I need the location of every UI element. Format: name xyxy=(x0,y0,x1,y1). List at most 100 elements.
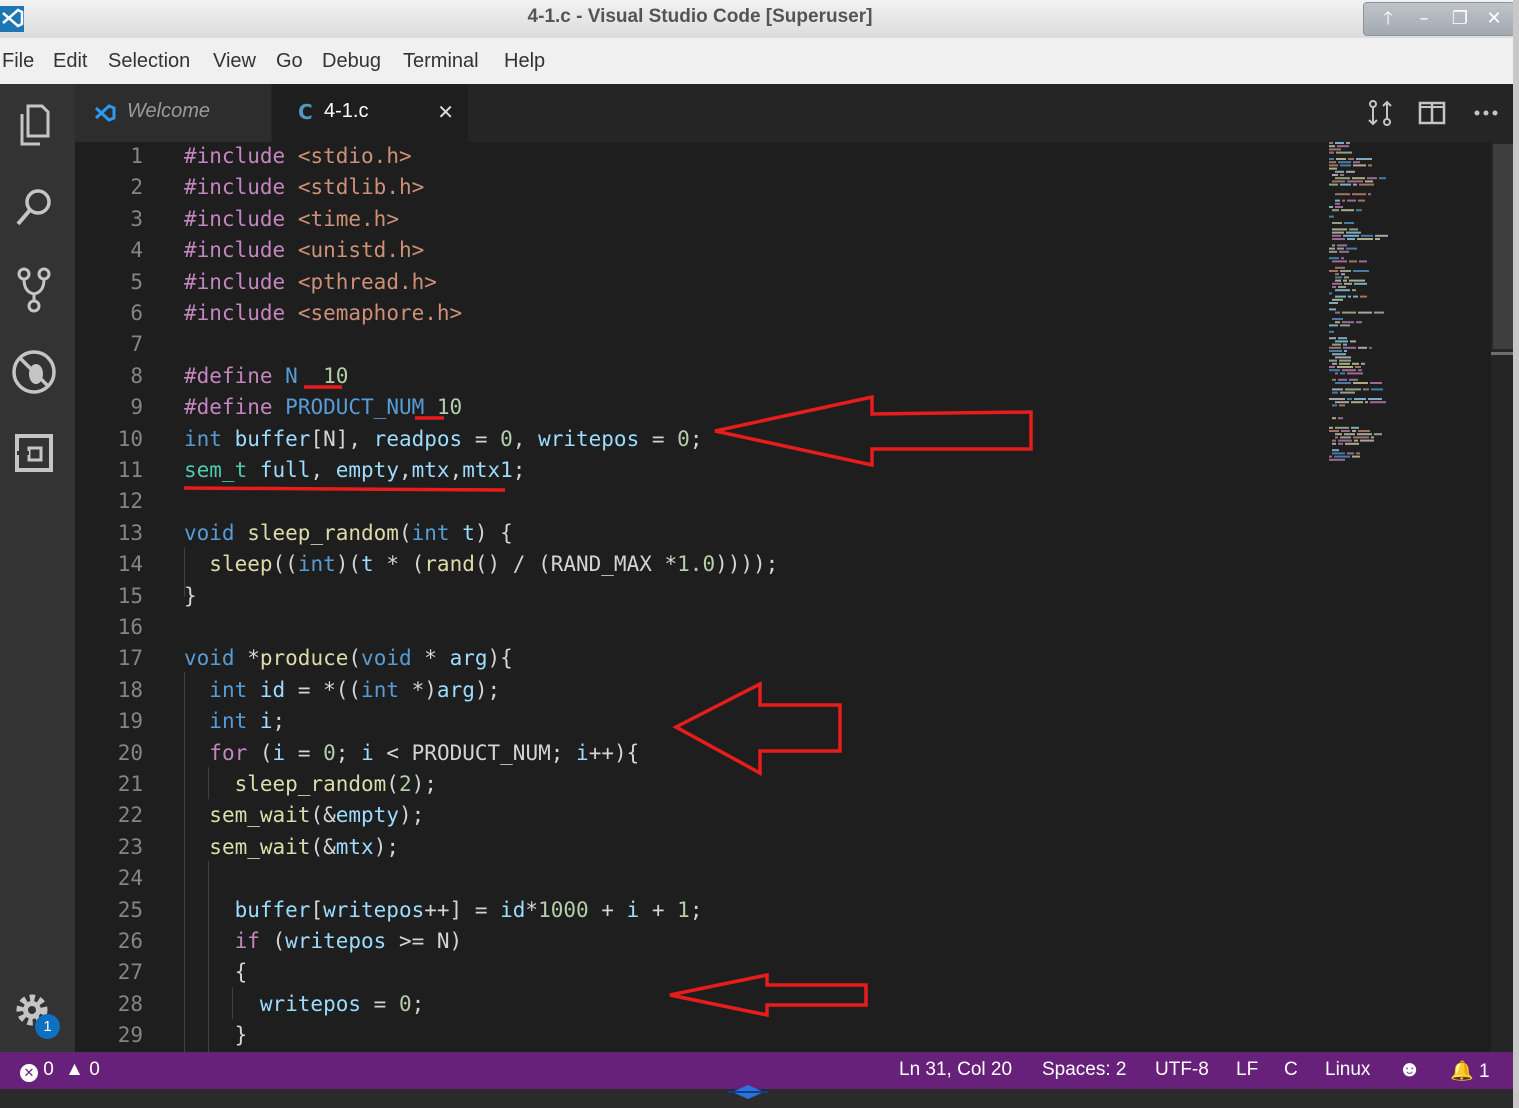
minimap-line xyxy=(1379,177,1386,180)
close-icon[interactable]: ✕ xyxy=(437,100,454,124)
code-line[interactable]: #include <stdlib.h> xyxy=(184,175,424,199)
explorer-icon[interactable] xyxy=(8,98,60,154)
minimap-line xyxy=(1332,449,1339,452)
code-line[interactable]: sem_t full, empty,mtx,mtx1; xyxy=(184,458,525,482)
open-changes-icon[interactable] xyxy=(1365,98,1395,128)
menu-selection[interactable]: Selection xyxy=(108,50,190,73)
code-line[interactable]: sleep_random(2); xyxy=(184,772,437,796)
code-line[interactable]: } xyxy=(184,1023,248,1047)
problems-indicator[interactable]: ✕ 0 ▲ 0 xyxy=(20,1059,100,1082)
minimap-line xyxy=(1338,378,1347,381)
minimap-line xyxy=(1335,426,1349,429)
line-number: 16 xyxy=(117,615,143,639)
debug-icon[interactable] xyxy=(8,344,60,400)
extensions-icon[interactable] xyxy=(8,426,60,482)
minimap-line xyxy=(1354,282,1367,285)
minimap-line xyxy=(1347,372,1363,375)
sash-handle-icon[interactable] xyxy=(728,1083,768,1101)
code-line[interactable]: sem_wait(&mtx); xyxy=(184,835,399,859)
split-editor-icon[interactable] xyxy=(1417,98,1447,128)
minimap-line xyxy=(1358,430,1370,432)
code-line[interactable]: int id = *((int *)arg); xyxy=(184,678,500,702)
code-line[interactable]: #include <semaphore.h> xyxy=(184,301,462,325)
tab-label: Welcome xyxy=(127,100,210,122)
code-line[interactable]: { xyxy=(184,960,248,984)
minimap-line xyxy=(1329,366,1335,368)
cursor-position[interactable]: Ln 31, Col 20 xyxy=(899,1059,1012,1081)
tab-4-1-c[interactable]: C 4-1.c ✕ xyxy=(272,84,468,142)
code-line[interactable]: buffer[writepos++] = id*1000 + i + 1; xyxy=(184,898,703,922)
code-editor[interactable]: 1 #include <stdio.h> 2 #include <stdlib.h> 3… xyxy=(75,142,1519,1052)
code-line[interactable]: #include <pthread.h> xyxy=(184,270,437,294)
minimap-line xyxy=(1347,452,1354,455)
search-icon[interactable] xyxy=(8,180,60,236)
menu-go[interactable]: Go xyxy=(276,50,303,73)
code-line[interactable]: #include <stdio.h> xyxy=(184,144,412,168)
line-number: 24 xyxy=(117,866,143,891)
code-line[interactable]: } xyxy=(184,584,197,608)
platform[interactable]: Linux xyxy=(1325,1059,1370,1081)
minimize-icon[interactable]: – xyxy=(1412,7,1436,31)
code-line[interactable]: void *produce(void * arg){ xyxy=(184,646,513,670)
code-line[interactable]: #define PRODUCT_NUM 10 xyxy=(184,395,462,419)
minimap-line xyxy=(1342,321,1354,324)
notifications[interactable]: 🔔 1 xyxy=(1450,1059,1490,1083)
indentation[interactable]: Spaces: 2 xyxy=(1042,1059,1127,1081)
minimap[interactable] xyxy=(1327,142,1447,482)
minimap-line xyxy=(1332,286,1336,288)
code-line[interactable]: for (i = 0; i < PRODUCT_NUM; i++){ xyxy=(184,741,639,765)
minimap-line xyxy=(1332,180,1345,183)
minimap-line xyxy=(1371,436,1374,439)
menu-help[interactable]: Help xyxy=(504,50,545,73)
line-number: 27 xyxy=(117,960,143,985)
minimap-line xyxy=(1353,382,1368,384)
line-number: 18 xyxy=(117,677,143,702)
settings-badge: 1 xyxy=(35,1014,60,1039)
code-line[interactable]: sem_wait(&empty); xyxy=(184,803,424,827)
code-line[interactable]: #include <unistd.h> xyxy=(184,238,424,262)
menu-view[interactable]: View xyxy=(213,50,256,73)
keep-above-icon[interactable]: 🡑 xyxy=(1376,7,1400,31)
minimap-line xyxy=(1341,209,1354,212)
minimap-line xyxy=(1329,350,1342,352)
minimap-line xyxy=(1337,366,1353,368)
minimap-line xyxy=(1338,442,1343,445)
minimap-line xyxy=(1345,388,1361,391)
code-line[interactable]: #include <time.h> xyxy=(184,207,399,231)
menu-edit[interactable]: Edit xyxy=(53,50,87,73)
minimap-line xyxy=(1335,382,1351,384)
minimap-line xyxy=(1329,148,1341,151)
minimap-line xyxy=(1339,359,1351,362)
language-mode[interactable]: C xyxy=(1284,1059,1298,1081)
minimap-line xyxy=(1335,202,1340,205)
minimap-line xyxy=(1329,183,1338,186)
minimap-line xyxy=(1332,260,1347,263)
code-line[interactable]: int i; xyxy=(184,709,285,733)
menu-file[interactable]: File xyxy=(2,50,34,73)
minimap-line xyxy=(1329,164,1338,167)
minimap-line xyxy=(1340,164,1351,167)
minimap-line xyxy=(1347,238,1355,240)
source-control-icon[interactable] xyxy=(8,262,60,318)
vscode-logo-icon xyxy=(94,104,116,122)
restore-icon[interactable]: ❐ xyxy=(1448,7,1472,31)
minimap-line xyxy=(1347,199,1356,202)
code-line[interactable]: sleep((int)(t * (rand() / (RAND_MAX *1.0… xyxy=(184,552,778,576)
minimap-line xyxy=(1352,455,1360,458)
tab-welcome[interactable]: Welcome xyxy=(75,84,271,142)
code-line[interactable]: #define N 10 xyxy=(184,364,348,388)
feedback-smiley-icon[interactable]: ☻ xyxy=(1398,1056,1421,1082)
more-actions-icon[interactable] xyxy=(1471,98,1501,128)
menu-terminal[interactable]: Terminal xyxy=(403,50,479,73)
code-line[interactable]: if (writepos >= N) xyxy=(184,929,463,953)
end-of-line[interactable]: LF xyxy=(1236,1059,1258,1081)
code-line[interactable]: writepos = 0; xyxy=(184,992,424,1016)
minimap-line xyxy=(1353,436,1369,439)
close-window-icon[interactable]: ✕ xyxy=(1482,7,1506,31)
menu-debug[interactable]: Debug xyxy=(322,50,381,73)
minimap-line xyxy=(1348,295,1351,298)
encoding[interactable]: UTF-8 xyxy=(1155,1059,1209,1081)
minimap-line xyxy=(1340,436,1351,439)
code-line[interactable]: int buffer[N], readpos = 0, writepos = 0… xyxy=(184,427,702,451)
code-line[interactable]: void sleep_random(int t) { xyxy=(184,521,513,545)
